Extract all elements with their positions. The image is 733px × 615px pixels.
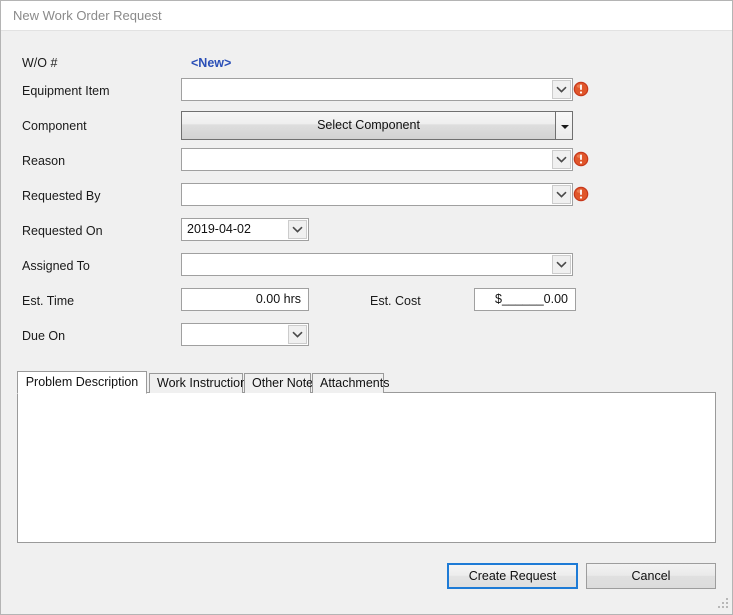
wo-number-label: W/O # xyxy=(22,56,58,70)
caret-down-icon xyxy=(561,125,569,129)
requested-on-value: 2019-04-02 xyxy=(187,222,251,236)
chevron-down-icon[interactable] xyxy=(288,220,307,239)
due-on-datepicker[interactable] xyxy=(181,323,309,346)
est-time-input[interactable]: 0.00 hrs xyxy=(181,288,309,311)
tab-work-instructions[interactable]: Work Instructions xyxy=(149,373,253,393)
requested-on-datepicker[interactable]: 2019-04-02 xyxy=(181,218,309,241)
create-request-button[interactable]: Create Request xyxy=(447,563,578,589)
reason-label: Reason xyxy=(22,154,66,168)
requested-by-label: Requested By xyxy=(22,189,101,203)
error-exclamation-icon[interactable] xyxy=(573,81,589,97)
select-component-button-label: Select Component xyxy=(317,118,420,132)
est-cost-label: Est. Cost xyxy=(370,294,421,308)
dialog-body: W/O # <New> Equipment Item Component Sel… xyxy=(1,31,732,614)
error-exclamation-icon[interactable] xyxy=(573,186,589,202)
est-time-label: Est. Time xyxy=(22,294,75,308)
tab-problem-description[interactable]: Problem Description xyxy=(17,371,147,394)
chevron-down-icon[interactable] xyxy=(552,80,571,99)
resize-grip[interactable] xyxy=(716,598,729,611)
reason-combobox[interactable] xyxy=(181,148,573,171)
problem-description-textarea[interactable] xyxy=(19,394,714,541)
select-component-button[interactable]: Select Component xyxy=(181,111,556,140)
tab-strip: Problem Description Work Instructions Ot… xyxy=(17,371,716,394)
assigned-to-combobox[interactable] xyxy=(181,253,573,276)
chevron-down-icon[interactable] xyxy=(552,255,571,274)
cancel-button[interactable]: Cancel xyxy=(586,563,716,589)
due-on-label: Due On xyxy=(22,329,66,343)
est-cost-input[interactable]: $______0.00 xyxy=(474,288,576,311)
window-title: New Work Order Request xyxy=(13,8,162,23)
chevron-down-icon[interactable] xyxy=(552,150,571,169)
title-bar: New Work Order Request xyxy=(1,1,732,31)
component-label: Component xyxy=(22,119,87,133)
requested-on-label: Requested On xyxy=(22,224,103,238)
chevron-down-icon[interactable] xyxy=(552,185,571,204)
tab-page xyxy=(17,393,716,543)
new-work-order-request-window: New Work Order Request W/O # <New> Equip… xyxy=(0,0,733,615)
requested-by-combobox[interactable] xyxy=(181,183,573,206)
chevron-down-icon[interactable] xyxy=(288,325,307,344)
tab-attachments[interactable]: Attachments xyxy=(312,373,389,393)
tab-other-notes[interactable]: Other Notes xyxy=(244,373,319,393)
select-component-dropdown-button[interactable] xyxy=(556,111,573,140)
error-exclamation-icon[interactable] xyxy=(573,151,589,167)
assigned-to-label: Assigned To xyxy=(22,259,90,273)
wo-number-value: <New> xyxy=(191,56,232,70)
equipment-item-label: Equipment Item xyxy=(22,84,110,98)
notes-tab-control: Problem Description Work Instructions Ot… xyxy=(17,371,716,543)
est-time-value: 0.00 hrs xyxy=(255,292,301,306)
est-cost-value: $______0.00 xyxy=(495,292,568,306)
equipment-item-combobox[interactable] xyxy=(181,78,573,101)
